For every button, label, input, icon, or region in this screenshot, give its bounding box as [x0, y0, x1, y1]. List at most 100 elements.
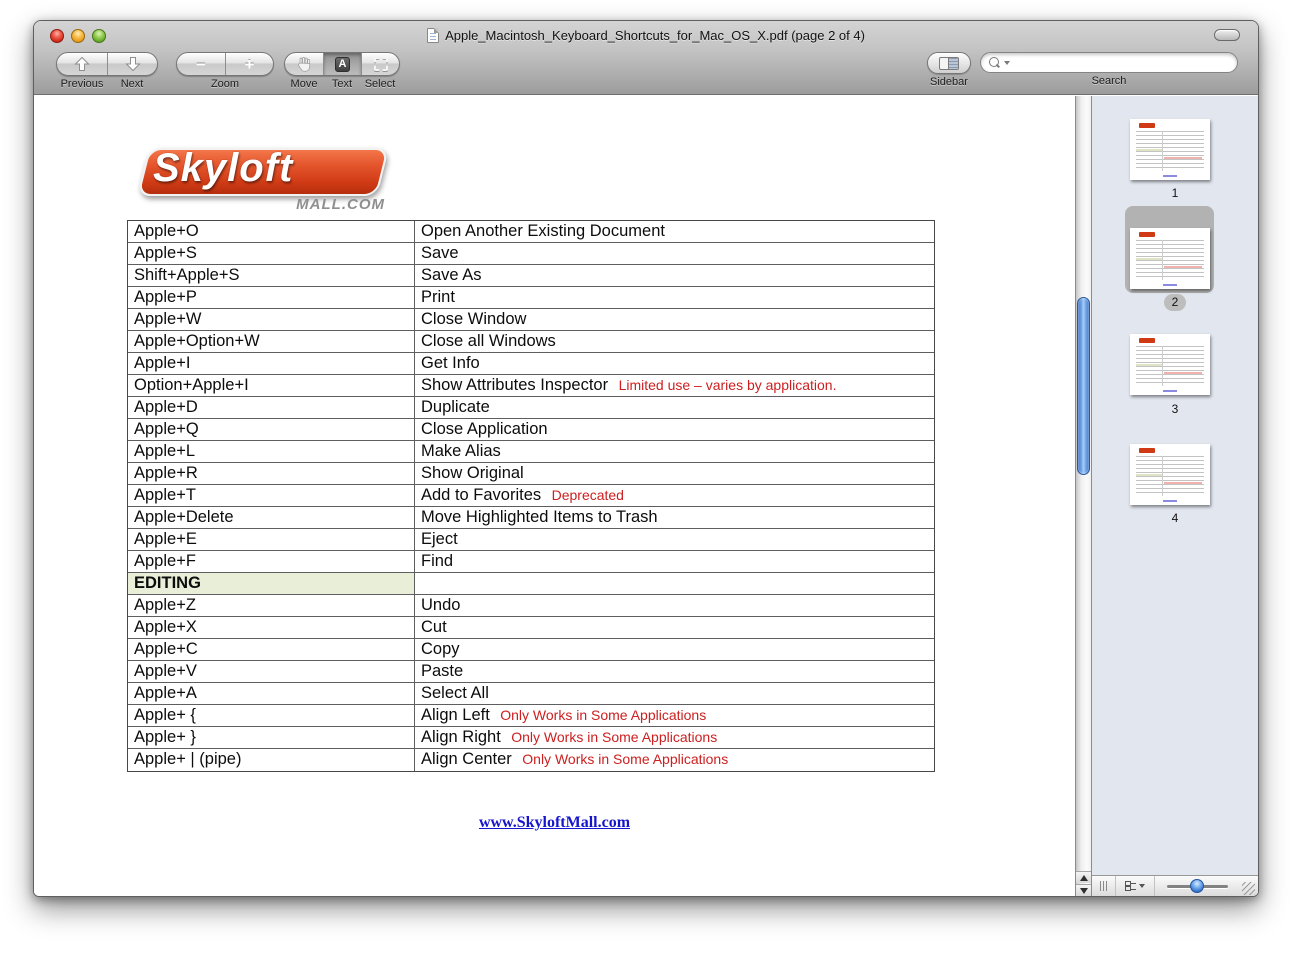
window-title-wrap: Apple_Macintosh_Keyboard_Shortcuts_for_M…: [34, 21, 1258, 49]
thumbnail-red-line: [1164, 266, 1202, 268]
search-label: Search: [980, 75, 1238, 87]
scroll-up-button[interactable]: [1076, 871, 1091, 883]
action-text: Show Original: [421, 464, 524, 482]
action-cell: Eject: [415, 529, 934, 550]
table-row: Apple+ { Align Left Only Works in Some A…: [128, 705, 934, 727]
action-text: Open Another Existing Document: [421, 222, 665, 240]
move-tool-button[interactable]: [285, 53, 323, 75]
shortcut-cell: Apple+X: [128, 617, 415, 638]
action-cell: Find: [415, 551, 934, 572]
thumbnail-page-number: 4: [1092, 510, 1258, 527]
thumbnail-text-lines: [1136, 131, 1204, 171]
search-input[interactable]: [1013, 55, 1229, 71]
thumbnail-link-line: [1163, 175, 1177, 177]
shortcut-cell: Apple+R: [128, 463, 415, 484]
pdf-page-view[interactable]: Skyloft MALL.COM Apple+O Open Another Ex…: [34, 96, 1075, 896]
thumbnail-logo-mark: [1139, 448, 1155, 453]
action-text: Close all Windows: [421, 332, 556, 350]
action-text: Get Info: [421, 354, 480, 372]
toolbar-toggle-pill[interactable]: [1214, 29, 1240, 41]
table-row: Apple+X Cut: [128, 617, 934, 639]
table-row: Apple+ | (pipe) Align Center Only Works …: [128, 749, 934, 771]
scrollbar-thumb[interactable]: [1077, 297, 1090, 475]
table-row: Apple+Z Undo: [128, 595, 934, 617]
action-cell: Align Right Only Works in Some Applicati…: [415, 727, 934, 748]
thumbnail-page-number: 1: [1092, 185, 1258, 202]
tool-mode-segmented: A: [284, 52, 400, 76]
page-thumbnail[interactable]: [1130, 228, 1210, 289]
vertical-scrollbar[interactable]: [1075, 96, 1092, 896]
action-cell: Close Window: [415, 309, 934, 330]
shortcut-cell: Apple+A: [128, 683, 415, 704]
scroll-down-button[interactable]: [1076, 884, 1091, 896]
table-row: Apple+Delete Move Highlighted Items to T…: [128, 507, 934, 529]
sidebar-toggle-button[interactable]: [927, 52, 971, 74]
action-cell: Save: [415, 243, 934, 264]
search-group: Search: [980, 52, 1238, 87]
text-tool-button[interactable]: A: [323, 53, 361, 75]
action-text: Show Attributes Inspector: [421, 376, 608, 394]
shortcut-cell: Apple+P: [128, 287, 415, 308]
action-text: Print: [421, 288, 455, 306]
page-thumbnail[interactable]: [1130, 119, 1210, 180]
action-cell: Make Alias: [415, 441, 934, 462]
thumbnail-zoom-slider[interactable]: [1167, 876, 1228, 896]
selection-rect-icon: [374, 57, 388, 71]
table-row: Apple+D Duplicate: [128, 397, 934, 419]
action-note: Only Works in Some Applications: [511, 729, 717, 745]
action-text: Find: [421, 552, 453, 570]
search-field[interactable]: [980, 52, 1238, 73]
previous-button[interactable]: [57, 53, 107, 75]
page-thumbnail[interactable]: [1130, 334, 1210, 395]
shortcut-cell: Apple+V: [128, 661, 415, 682]
select-tool-button[interactable]: [361, 53, 399, 75]
titlebar[interactable]: Apple_Macintosh_Keyboard_Shortcuts_for_M…: [34, 21, 1258, 49]
thumbnail-view-options-button[interactable]: [1116, 876, 1155, 896]
slider-knob[interactable]: [1190, 879, 1204, 893]
zoom-in-button[interactable]: +: [225, 53, 273, 75]
thumbnail-link-line: [1163, 390, 1177, 392]
document-proxy-icon[interactable]: [427, 28, 439, 43]
sidebar-resize-handle[interactable]: [1092, 876, 1116, 896]
action-cell: Duplicate: [415, 397, 934, 418]
action-cell: Add to Favorites Deprecated: [415, 485, 934, 506]
table-row: Apple+O Open Another Existing Document: [128, 221, 934, 243]
table-row: EDITING: [128, 573, 934, 595]
thumbnail-text-lines: [1136, 456, 1204, 496]
shortcut-cell: Apple+ {: [128, 705, 415, 726]
sidebar-label: Sidebar: [925, 76, 973, 88]
action-text: Undo: [421, 596, 460, 614]
shortcut-cell: Apple+ | (pipe): [128, 749, 415, 771]
skyloftmall-link[interactable]: www.SkyloftMall.com: [479, 814, 630, 831]
window-resize-grip[interactable]: [1242, 882, 1255, 895]
window-title: Apple_Macintosh_Keyboard_Shortcuts_for_M…: [445, 28, 865, 43]
zoom-group: − + Zoom: [176, 52, 274, 90]
sidebar-icon: [939, 57, 959, 70]
thumbnail-text-lines: [1136, 240, 1204, 280]
action-cell: Show Attributes Inspector Limited use – …: [415, 375, 934, 396]
action-cell: [415, 573, 934, 594]
next-button[interactable]: [107, 53, 157, 75]
thumbnail-sidebar: 1 2 3 4: [1092, 96, 1258, 896]
thumbnail-page-number: 2: [1092, 294, 1258, 311]
search-scope-arrow-icon[interactable]: [1004, 61, 1010, 65]
page-thumbnail[interactable]: [1130, 444, 1210, 505]
shortcut-cell: Apple+E: [128, 529, 415, 550]
action-cell: Select All: [415, 683, 934, 704]
action-text: Add to Favorites: [421, 486, 541, 504]
page-footer: www.SkyloftMall.com: [34, 814, 1075, 832]
zoom-out-button[interactable]: −: [177, 53, 225, 75]
thumbnail-logo-mark: [1139, 338, 1155, 343]
thumbnail-column-divider: [1162, 131, 1163, 171]
action-text: Align Left: [421, 706, 490, 724]
action-text: Paste: [421, 662, 463, 680]
action-cell: Show Original: [415, 463, 934, 484]
thumbnail-red-line: [1164, 482, 1202, 484]
shortcut-cell: Apple+ }: [128, 727, 415, 748]
table-row: Apple+F Find: [128, 551, 934, 573]
table-row: Apple+V Paste: [128, 661, 934, 683]
arrow-down-icon: [125, 56, 141, 72]
zoom-label: Zoom: [177, 78, 273, 90]
text-label: Text: [323, 78, 361, 90]
thumbnail-text-lines: [1136, 346, 1204, 386]
